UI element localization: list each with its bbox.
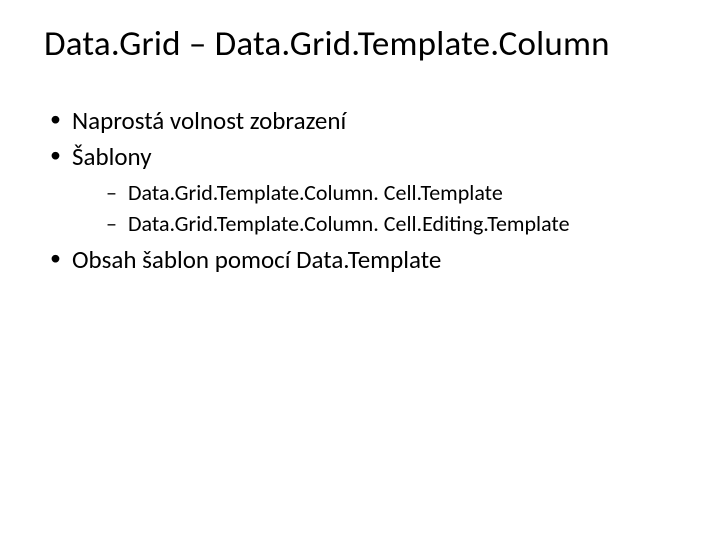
list-item: Šablony Data.Grid.Template.Column. Cell.… [44, 140, 676, 239]
list-item: Data.Grid.Template.Column. Cell.Editing.… [72, 209, 676, 239]
list-item: Obsah šablon pomocí Data.Template [44, 243, 676, 277]
bullet-text: Obsah šablon pomocí Data.Template [72, 244, 441, 275]
list-item: Naprostá volnost zobrazení [44, 104, 676, 138]
slide: Data.Grid – Data.Grid.Template.Column Na… [0, 0, 720, 277]
slide-title: Data.Grid – Data.Grid.Template.Column [44, 24, 676, 64]
list-item: Data.Grid.Template.Column. Cell.Template [72, 178, 676, 208]
bullet-text: Naprostá volnost zobrazení [72, 105, 346, 136]
sub-bullet-list: Data.Grid.Template.Column. Cell.Template… [72, 178, 676, 239]
bullet-list: Naprostá volnost zobrazení Šablony Data.… [44, 104, 676, 277]
bullet-text: Data.Grid.Template.Column. Cell.Template [128, 179, 503, 206]
bullet-text: Šablony [72, 141, 152, 172]
bullet-text: Data.Grid.Template.Column. Cell.Editing.… [128, 210, 570, 237]
